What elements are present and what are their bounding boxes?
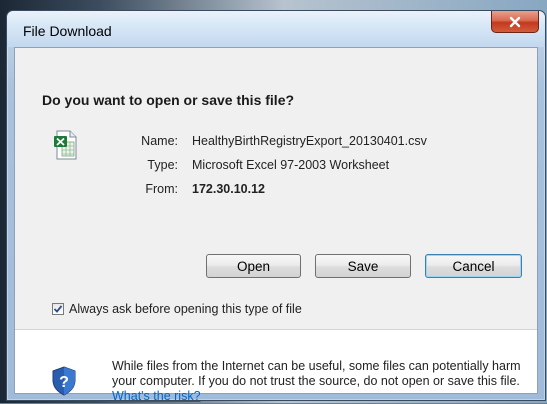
type-label: Type:	[147, 158, 178, 172]
whats-the-risk-link[interactable]: What's the risk?	[112, 389, 201, 403]
file-download-dialog: File Download Do you want to open or sav…	[6, 10, 546, 403]
excel-file-icon	[54, 130, 77, 160]
cancel-button[interactable]: Cancel	[425, 254, 522, 278]
save-button[interactable]: Save	[315, 254, 411, 278]
close-button[interactable]	[491, 11, 539, 33]
from-label: From:	[145, 182, 178, 196]
always-ask-checkbox[interactable]	[52, 303, 64, 315]
file-name: HealthyBirthRegistryExport_20130401.csv	[192, 134, 427, 148]
close-icon	[509, 16, 521, 27]
open-button[interactable]: Open	[206, 254, 301, 278]
title-bar[interactable]: File Download	[7, 11, 545, 47]
svg-text:?: ?	[59, 374, 69, 391]
shield-question-icon: ?	[52, 366, 76, 396]
window-title: File Download	[23, 23, 112, 39]
name-label: Name:	[141, 134, 178, 148]
checkmark-icon	[53, 305, 63, 313]
warning-message: While files from the Internet can be use…	[112, 359, 532, 404]
file-type: Microsoft Excel 97-2003 Worksheet	[192, 158, 390, 172]
dialog-question: Do you want to open or save this file?	[42, 92, 295, 108]
always-ask-label: Always ask before opening this type of f…	[69, 302, 302, 316]
dialog-content: Do you want to open or save this file? N…	[14, 47, 538, 403]
always-ask-option[interactable]: Always ask before opening this type of f…	[52, 302, 302, 316]
warning-text: While files from the Internet can be use…	[112, 359, 521, 388]
file-source: 172.30.10.12	[192, 182, 265, 196]
